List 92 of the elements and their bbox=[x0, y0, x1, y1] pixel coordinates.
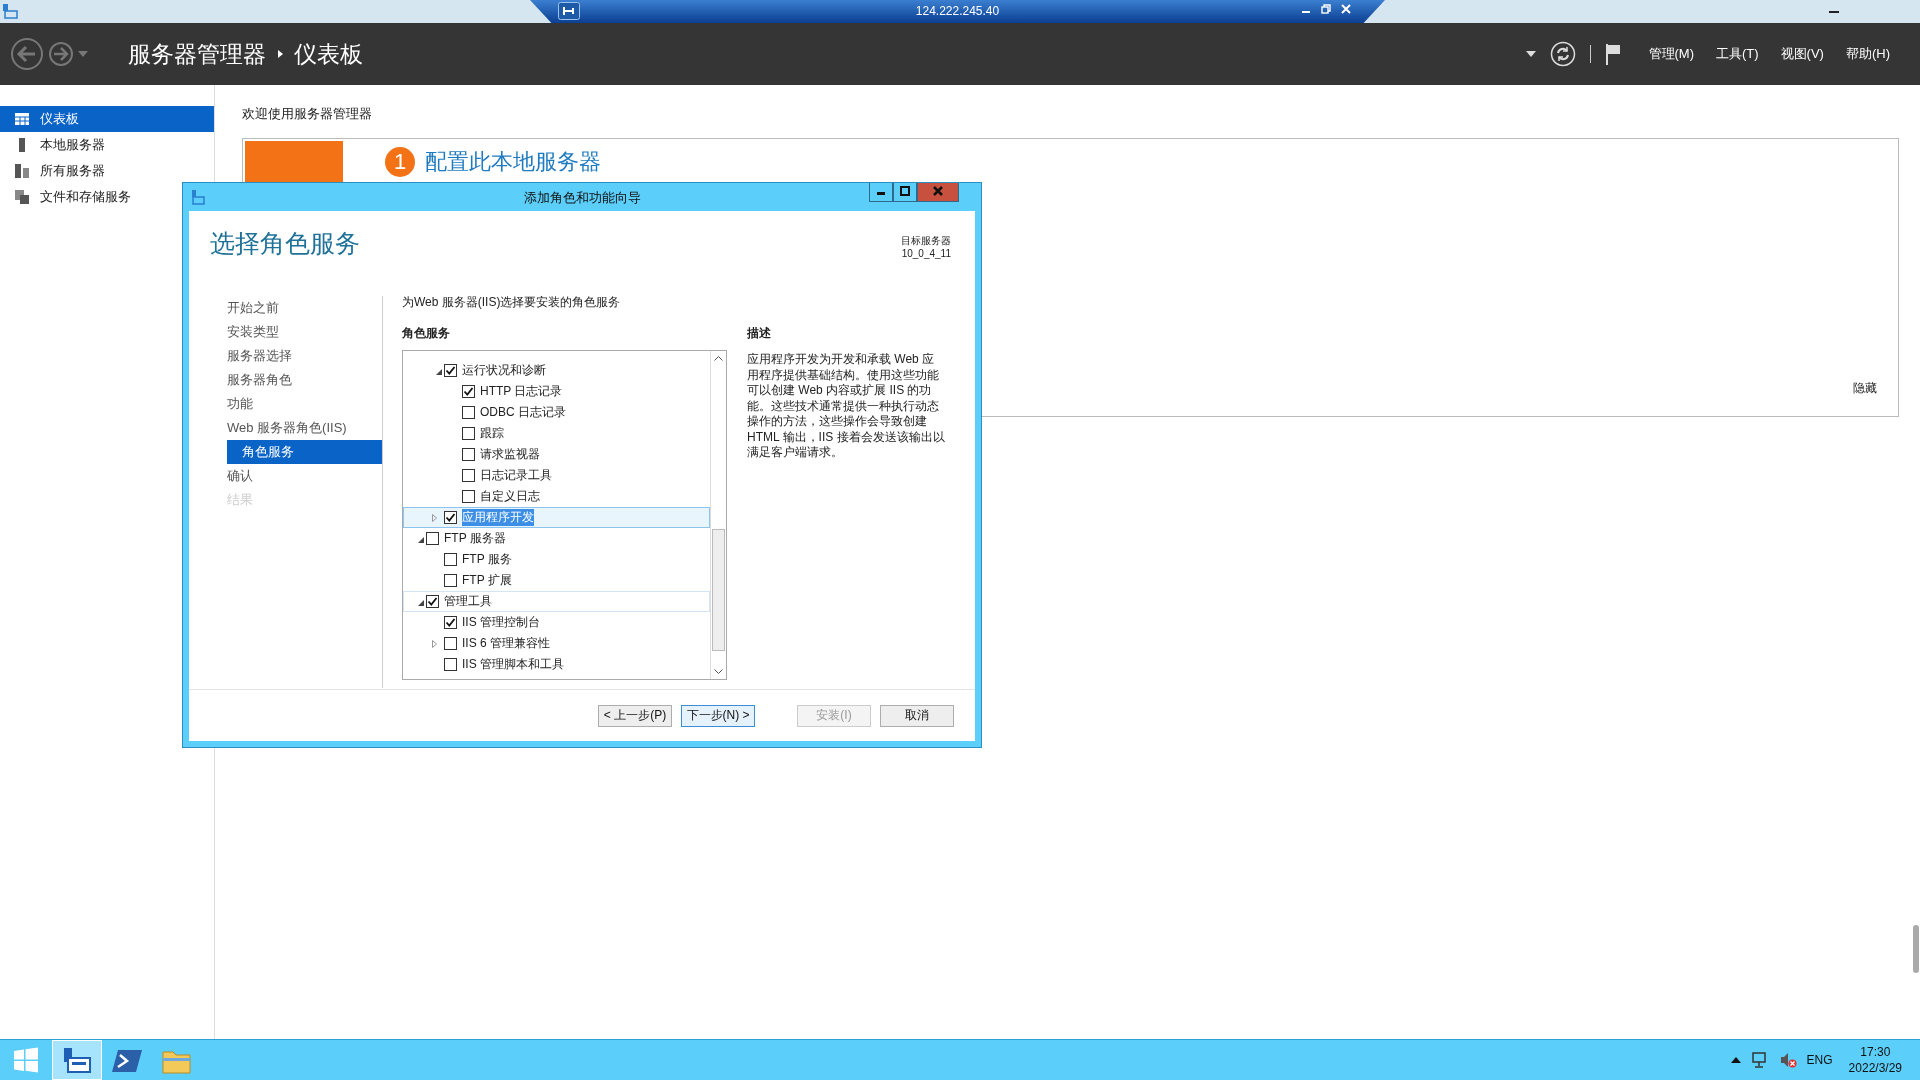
tree-item-label[interactable]: 日志记录工具 bbox=[480, 467, 552, 484]
dialog-button[interactable]: 取消 bbox=[880, 704, 954, 727]
instruction-text: 为Web 服务器(IIS)选择要安装的角色服务 bbox=[402, 294, 622, 311]
taskbar-button[interactable] bbox=[52, 1040, 102, 1080]
tree-row[interactable]: 管理工具 bbox=[403, 591, 710, 612]
servers-icon bbox=[14, 163, 30, 179]
tree-item-label[interactable]: 跟踪 bbox=[480, 425, 504, 442]
checkbox[interactable] bbox=[462, 406, 475, 419]
tree-item-label[interactable]: 运行状况和诊断 bbox=[462, 362, 546, 379]
wizard-step[interactable]: 角色服务 bbox=[227, 440, 382, 464]
breadcrumb-item[interactable]: 服务器管理器 bbox=[128, 38, 266, 70]
grid-icon bbox=[14, 111, 30, 127]
checkbox[interactable] bbox=[444, 511, 457, 524]
menu-item[interactable]: 工具(T) bbox=[1716, 45, 1759, 63]
forward-button-icon[interactable] bbox=[48, 41, 74, 67]
scrollbar-thumb[interactable] bbox=[1913, 925, 1919, 973]
wizard-step[interactable]: Web 服务器角色(IIS) bbox=[227, 416, 382, 440]
tree-item-label[interactable]: FTP 服务器 bbox=[444, 530, 506, 547]
checkbox[interactable] bbox=[462, 469, 475, 482]
target-server-label: 目标服务器 bbox=[901, 234, 951, 247]
section-label: 角色服务 bbox=[402, 325, 451, 342]
tree-item-label[interactable]: FTP 扩展 bbox=[462, 572, 512, 589]
wizard-step[interactable]: 服务器选择 bbox=[227, 344, 382, 368]
checkbox[interactable] bbox=[444, 553, 457, 566]
wizard-step[interactable]: 服务器角色 bbox=[227, 368, 382, 392]
scroll-down-icon[interactable] bbox=[714, 669, 723, 675]
pin-icon[interactable] bbox=[558, 2, 580, 20]
tree-item-label[interactable]: IIS 管理控制台 bbox=[462, 614, 540, 631]
checkbox[interactable] bbox=[462, 448, 475, 461]
checkbox[interactable] bbox=[462, 427, 475, 440]
checkbox[interactable] bbox=[444, 658, 457, 671]
scroll-up-icon[interactable] bbox=[714, 355, 723, 361]
clock-time[interactable]: 17:30 bbox=[1860, 1044, 1891, 1060]
close-icon[interactable] bbox=[917, 183, 959, 202]
menu-item[interactable]: 管理(M) bbox=[1648, 45, 1694, 63]
app-icon bbox=[191, 188, 205, 205]
description-text: 应用程序开发为开发和承载 Web 应用程序提供基础结构。使用这些功能可以创建 Web 内容或扩展 IIS 的功能。这些技术通常提供一种执行动态操作的方法，这些操作会导致创建 HTML 输出，IIS 接着会发送该输出以满足客户端请求。 bbox=[747, 352, 945, 461]
tree-item-label[interactable]: 请求监视器 bbox=[480, 446, 540, 463]
checkbox[interactable] bbox=[462, 490, 475, 503]
menu-item[interactable]: 帮助(H) bbox=[1845, 45, 1890, 63]
checkbox[interactable] bbox=[462, 385, 475, 398]
wizard-step[interactable]: 开始之前 bbox=[227, 296, 382, 320]
tree-item-label[interactable]: HTTP 日志记录 bbox=[480, 383, 563, 400]
clock-date[interactable]: 2022/3/29 bbox=[1848, 1060, 1902, 1076]
tree-item-label[interactable]: IIS 管理脚本和工具 bbox=[462, 656, 564, 673]
tree-item-label[interactable]: 管理工具 bbox=[444, 593, 492, 610]
page-heading: 选择角色服务 bbox=[210, 228, 360, 259]
checkbox[interactable] bbox=[444, 616, 457, 629]
hide-link[interactable]: 隐藏 bbox=[1853, 380, 1877, 397]
sidebar-item[interactable]: 仪表板 bbox=[0, 106, 214, 132]
window-title: 添加角色和功能向导 bbox=[523, 189, 641, 207]
sidebar-item[interactable]: 所有服务器 bbox=[0, 158, 214, 184]
network-icon[interactable] bbox=[1750, 1051, 1769, 1069]
wizard-step[interactable]: 安装类型 bbox=[227, 320, 382, 344]
sidebar-item[interactable]: 本地服务器 bbox=[0, 132, 214, 158]
language-indicator[interactable]: ENG bbox=[1806, 1053, 1833, 1067]
windows-start-icon[interactable] bbox=[13, 1047, 39, 1073]
tray-expand-icon[interactable] bbox=[1730, 1057, 1741, 1063]
dialog-button[interactable]: < 上一步(P) bbox=[598, 704, 672, 727]
restore-icon[interactable] bbox=[1321, 4, 1331, 14]
checkbox[interactable] bbox=[444, 574, 457, 587]
dropdown-caret-icon[interactable] bbox=[1525, 51, 1536, 57]
target-server-name: 10_0_4_11 bbox=[901, 247, 951, 260]
step-number-badge: 1 bbox=[385, 147, 415, 177]
tree-item-label[interactable]: IIS 6 管理兼容性 bbox=[462, 635, 550, 652]
speaker-muted-icon[interactable] bbox=[1778, 1051, 1797, 1069]
sidebar-item[interactable]: 文件和存储服务 bbox=[0, 184, 214, 210]
flag-icon[interactable] bbox=[1604, 43, 1621, 65]
back-button-icon[interactable] bbox=[10, 37, 44, 71]
menu-item[interactable]: 视图(V) bbox=[1780, 45, 1824, 63]
minimize-icon[interactable] bbox=[869, 183, 893, 202]
checkbox[interactable] bbox=[426, 595, 439, 608]
quick-start-link[interactable]: 配置此本地服务器 bbox=[425, 147, 601, 177]
checkbox[interactable] bbox=[444, 364, 457, 377]
maximize-icon[interactable] bbox=[893, 183, 917, 202]
dialog-button[interactable]: 下一步(N) > bbox=[681, 704, 755, 727]
tree-item-label[interactable]: ODBC 日志记录 bbox=[480, 404, 566, 421]
refresh-icon[interactable] bbox=[1549, 41, 1576, 67]
scrollbar[interactable] bbox=[710, 351, 726, 679]
storage-icon bbox=[14, 189, 30, 205]
breadcrumb-item: 仪表板 bbox=[294, 39, 363, 69]
tree-item-label[interactable]: FTP 服务 bbox=[462, 551, 512, 568]
welcome-title: 欢迎使用服务器管理器 bbox=[242, 105, 373, 123]
remote-address: 124.222.245.40 bbox=[915, 4, 1000, 18]
breadcrumb-arrow-icon bbox=[276, 49, 284, 59]
description-label: 描述 bbox=[747, 325, 772, 342]
app-icon bbox=[2, 3, 18, 19]
wizard-step[interactable]: 确认 bbox=[227, 464, 382, 488]
checkbox[interactable] bbox=[426, 532, 439, 545]
wizard-step[interactable]: 功能 bbox=[227, 392, 382, 416]
tree-item-label[interactable]: 自定义日志 bbox=[480, 488, 540, 505]
checkbox[interactable] bbox=[444, 637, 457, 650]
